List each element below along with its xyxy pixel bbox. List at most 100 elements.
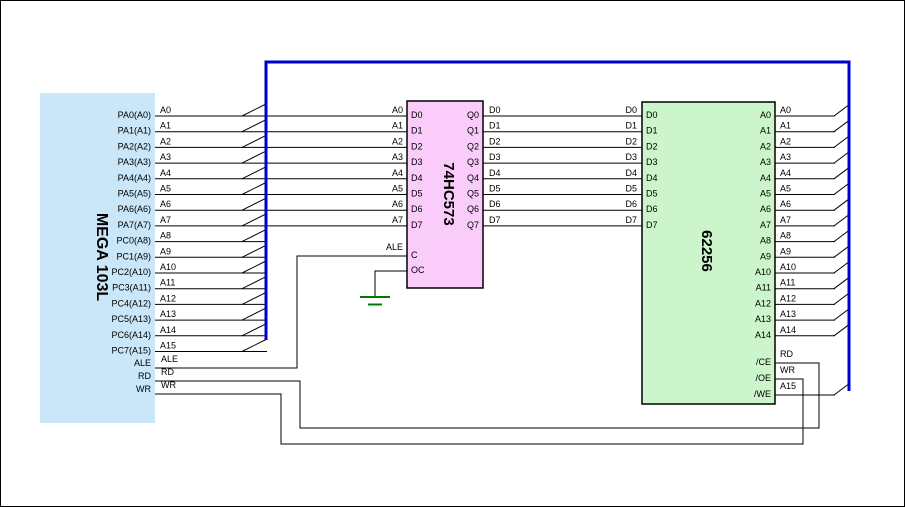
pin-label-sram-ctrl: /WE <box>754 389 771 399</box>
pin-label-latch-q: Q1 <box>467 126 479 136</box>
pin-label-sram-a: A8 <box>760 236 771 246</box>
net-label: A7 <box>392 215 403 225</box>
pin-label-sram-d: D3 <box>646 157 658 167</box>
pin-label-mcu: PC3(A11) <box>112 283 151 293</box>
pin-label-mcu: PC4(A12) <box>111 298 151 308</box>
net-label: A1 <box>392 121 403 131</box>
net-label: D2 <box>625 136 637 146</box>
pin-label-mcu: PC5(A13) <box>111 314 151 324</box>
net-label: D2 <box>489 136 501 146</box>
pin-label-sram-d: D4 <box>646 173 658 183</box>
pin-label-latch-q: Q0 <box>467 110 479 120</box>
net-label: A7 <box>160 215 171 225</box>
pin-label-sram-d: D6 <box>646 204 658 214</box>
net-label: A0 <box>392 105 403 115</box>
net-label: D1 <box>625 121 637 131</box>
pin-label-mcu: PA5(A5) <box>118 189 151 199</box>
net-label: D7 <box>625 215 637 225</box>
pin-label-latch-d: D4 <box>411 173 423 183</box>
net-label: D5 <box>489 184 501 194</box>
net-label: A0 <box>780 105 791 115</box>
pin-label-sram-d: D0 <box>646 110 658 120</box>
net-label: A10 <box>160 262 176 272</box>
net-label: A4 <box>780 168 791 178</box>
net-label: D4 <box>489 168 501 178</box>
pin-label-mcu: WR <box>136 384 151 394</box>
net-label: A14 <box>780 325 796 335</box>
net-label: A5 <box>392 184 403 194</box>
pin-label-sram-a: A9 <box>760 251 771 261</box>
pin-label-mcu: PA2(A2) <box>118 141 151 151</box>
pin-label-sram-a: A13 <box>755 314 771 324</box>
net-label: A5 <box>780 184 791 194</box>
circuit-diagram: MEGA 103L 74HC573 62256 PA0(A0) PA1(A1) PA2(A… <box>0 0 905 507</box>
net-label: D7 <box>489 215 501 225</box>
net-label: A9 <box>780 246 791 256</box>
pin-label-sram-d: D7 <box>646 220 658 230</box>
net-label: A13 <box>160 309 176 319</box>
net-label: A15 <box>780 381 796 391</box>
pin-label-mcu: PC1(A9) <box>116 251 151 261</box>
pin-label-sram-a: A11 <box>756 283 771 293</box>
net-label: A8 <box>160 231 171 241</box>
pin-label-sram-a: A2 <box>760 141 771 151</box>
net-label: A9 <box>160 246 171 256</box>
net-label: A3 <box>160 152 171 162</box>
net-label: WR <box>780 365 795 375</box>
pin-label-latch-d: D2 <box>411 141 423 151</box>
pin-label-sram-ctrl: /CE <box>756 357 771 367</box>
pin-label-sram-d: D1 <box>646 126 658 136</box>
pin-label-mcu: RD <box>138 371 151 381</box>
pin-label-latch-q: Q5 <box>467 189 479 199</box>
net-label: A8 <box>780 231 791 241</box>
pin-label-sram-a: A0 <box>760 110 771 120</box>
net-label: A2 <box>780 136 791 146</box>
net-label: A15 <box>160 341 176 351</box>
pin-label-sram-d: D5 <box>646 189 658 199</box>
net-label: A6 <box>780 199 791 209</box>
net-label: RD <box>780 349 793 359</box>
pin-label-mcu: PA7(A7) <box>118 220 151 230</box>
pin-label-latch-q: Q7 <box>467 220 479 230</box>
pin-label-latch-d: D0 <box>411 110 423 120</box>
net-label: A3 <box>780 152 791 162</box>
net-label: A11 <box>160 278 175 288</box>
net-label: ALE <box>161 354 178 364</box>
pin-label-latch-d: D7 <box>411 220 423 230</box>
net-label: D0 <box>489 105 501 115</box>
pin-label-latch-q: Q3 <box>467 157 479 167</box>
net-label: D3 <box>489 152 501 162</box>
pin-label-mcu: PC7(A15) <box>111 346 151 356</box>
pin-label-mcu: PA1(A1) <box>118 126 151 136</box>
pin-label-mcu: PC2(A10) <box>111 267 151 277</box>
net-label: WR <box>161 380 176 390</box>
net-label: D6 <box>489 199 501 209</box>
pin-label-mcu: PA0(A0) <box>118 110 151 120</box>
net-label: A11 <box>780 278 795 288</box>
pin-label-mcu: PA3(A3) <box>118 157 151 167</box>
pin-label-latch-oc: OC <box>411 265 425 275</box>
chip-title-mcu: MEGA 103L <box>93 213 110 302</box>
net-label: A1 <box>160 121 171 131</box>
pin-label-sram-ctrl: /OE <box>755 373 771 383</box>
net-label: A12 <box>160 293 176 303</box>
net-label: A10 <box>780 262 796 272</box>
net-label: D3 <box>625 152 637 162</box>
net-label: D6 <box>625 199 637 209</box>
chip-title-latch: 74HC573 <box>440 162 457 225</box>
net-label: D0 <box>625 105 637 115</box>
pin-label-sram-a: A4 <box>760 173 771 183</box>
net-label: ALE <box>386 242 403 252</box>
net-label: A3 <box>392 152 403 162</box>
pin-label-sram-a: A14 <box>755 330 771 340</box>
net-label: A6 <box>392 199 403 209</box>
pin-label-latch-q: Q2 <box>467 141 479 151</box>
pin-label-mcu: PC0(A8) <box>116 236 151 246</box>
pin-label-latch-d: D6 <box>411 204 423 214</box>
net-label: A6 <box>160 199 171 209</box>
net-label: A0 <box>160 105 171 115</box>
pin-label-latch-c: C <box>411 250 418 260</box>
net-label: A4 <box>392 168 403 178</box>
net-label: D5 <box>625 184 637 194</box>
chip-title-sram: 62256 <box>698 230 715 272</box>
